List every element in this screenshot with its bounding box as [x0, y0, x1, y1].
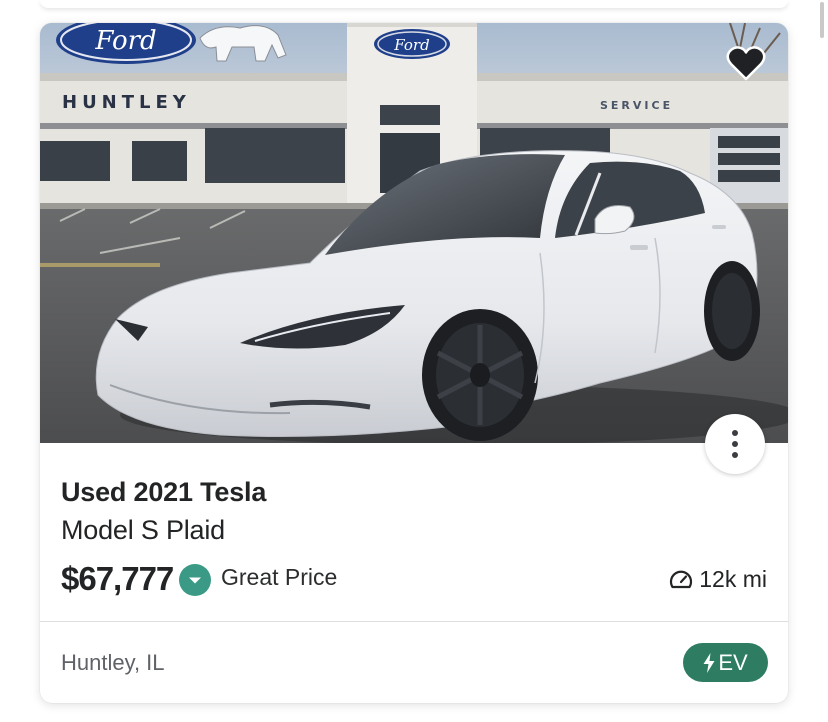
listing-details: Used 2021 Tesla Model S Plaid $67,777 Gr…	[40, 443, 788, 621]
card-divider	[40, 621, 788, 622]
listing-price: $67,777	[61, 560, 174, 597]
listing-title[interactable]: Used 2021 Tesla	[61, 477, 266, 508]
listing-page: Ford HUNTLEY SERVICE Ford Used 2021 Tesl…	[0, 0, 828, 722]
ev-badge: EV	[683, 643, 768, 682]
scrollbar[interactable]	[820, 2, 824, 38]
previous-listing-card-edge	[40, 0, 788, 8]
heart-icon	[726, 46, 766, 81]
tower-ford-logo-text: Ford	[393, 36, 429, 54]
listing-card[interactable]: Ford HUNTLEY SERVICE Ford Used 2021 Tesl…	[40, 23, 788, 703]
ev-badge-label: EV	[718, 649, 748, 675]
speedometer-icon	[670, 570, 693, 588]
dealer-location: Huntley, IL	[61, 650, 165, 675]
service-sign-text: SERVICE	[600, 99, 673, 112]
chevron-down-circle-icon	[179, 564, 211, 596]
mileage-value: 12k mi	[699, 566, 767, 592]
dealer-sign-text: HUNTLEY	[62, 92, 191, 113]
listing-photo[interactable]: Ford HUNTLEY SERVICE Ford	[40, 23, 788, 443]
mileage: 12k mi	[669, 566, 767, 593]
lightning-icon	[703, 652, 715, 673]
corner-ford-logo-text: Ford	[94, 26, 156, 56]
deal-rating-label[interactable]: Great Price	[221, 564, 337, 591]
listing-subtitle[interactable]: Model S Plaid	[61, 515, 225, 546]
favorite-button[interactable]	[724, 41, 768, 85]
